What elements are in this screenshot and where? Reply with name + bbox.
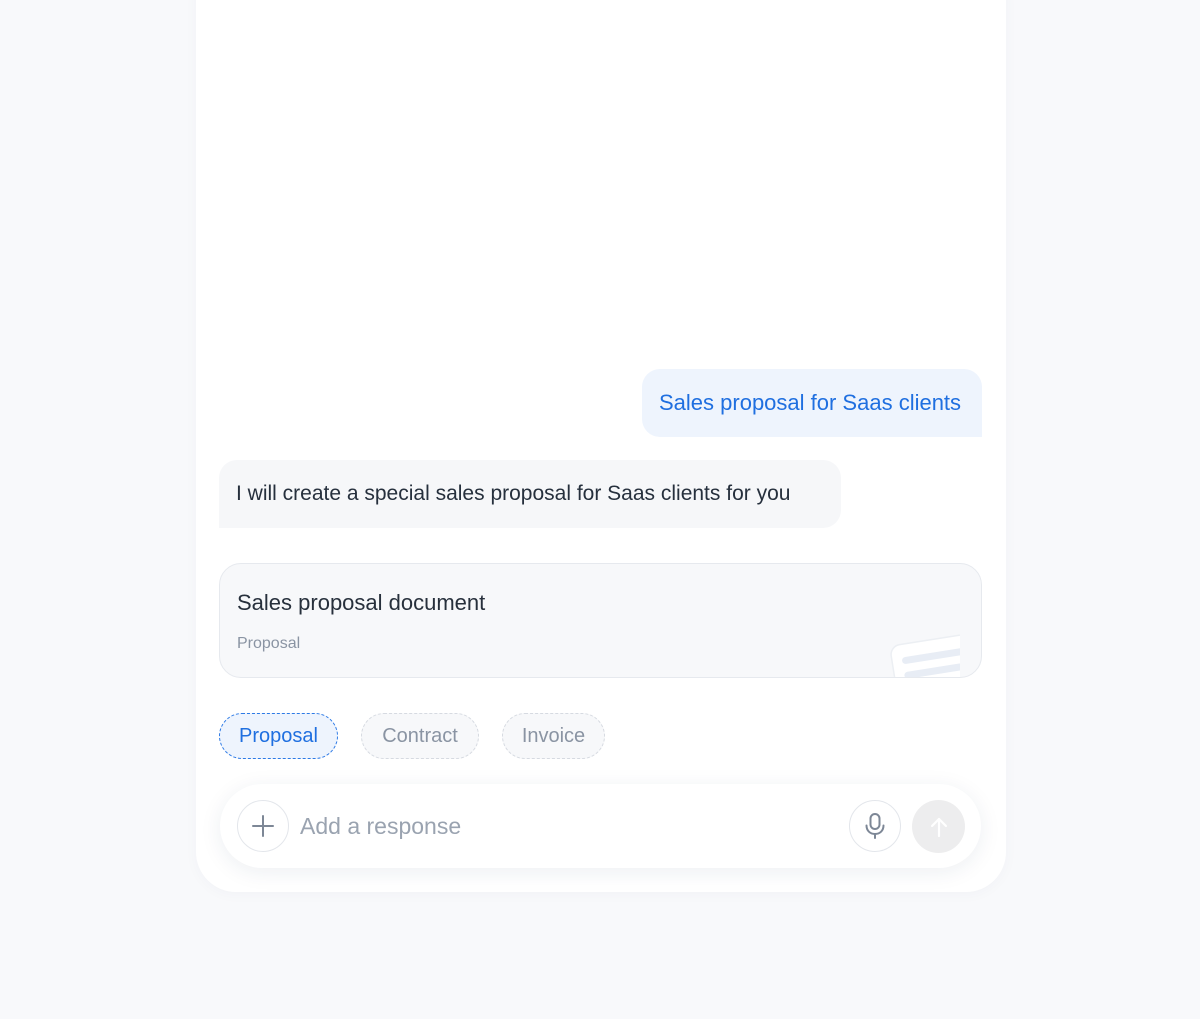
chip-proposal[interactable]: Proposal [219,713,338,759]
user-message-bubble: Sales proposal for Saas clients [642,369,982,437]
document-stack-icon [890,623,960,677]
response-input[interactable] [300,806,840,846]
document-card[interactable]: Sales proposal document Proposal [219,563,982,678]
microphone-button[interactable] [849,800,901,852]
composer-bar [220,784,981,868]
chip-contract[interactable]: Contract [361,713,479,759]
assistant-message-bubble: I will create a special sales proposal f… [219,460,841,528]
plus-icon [252,815,274,837]
arrow-up-icon [930,817,947,837]
send-button[interactable] [912,800,965,853]
add-attachment-button[interactable] [237,800,289,852]
user-message-text: Sales proposal for Saas clients [659,390,962,415]
assistant-message-text: I will create a special sales proposal f… [236,482,791,505]
document-title: Sales proposal document [237,590,486,615]
microphone-icon [865,813,885,839]
chip-invoice[interactable]: Invoice [502,713,605,759]
document-type: Proposal [237,635,301,652]
